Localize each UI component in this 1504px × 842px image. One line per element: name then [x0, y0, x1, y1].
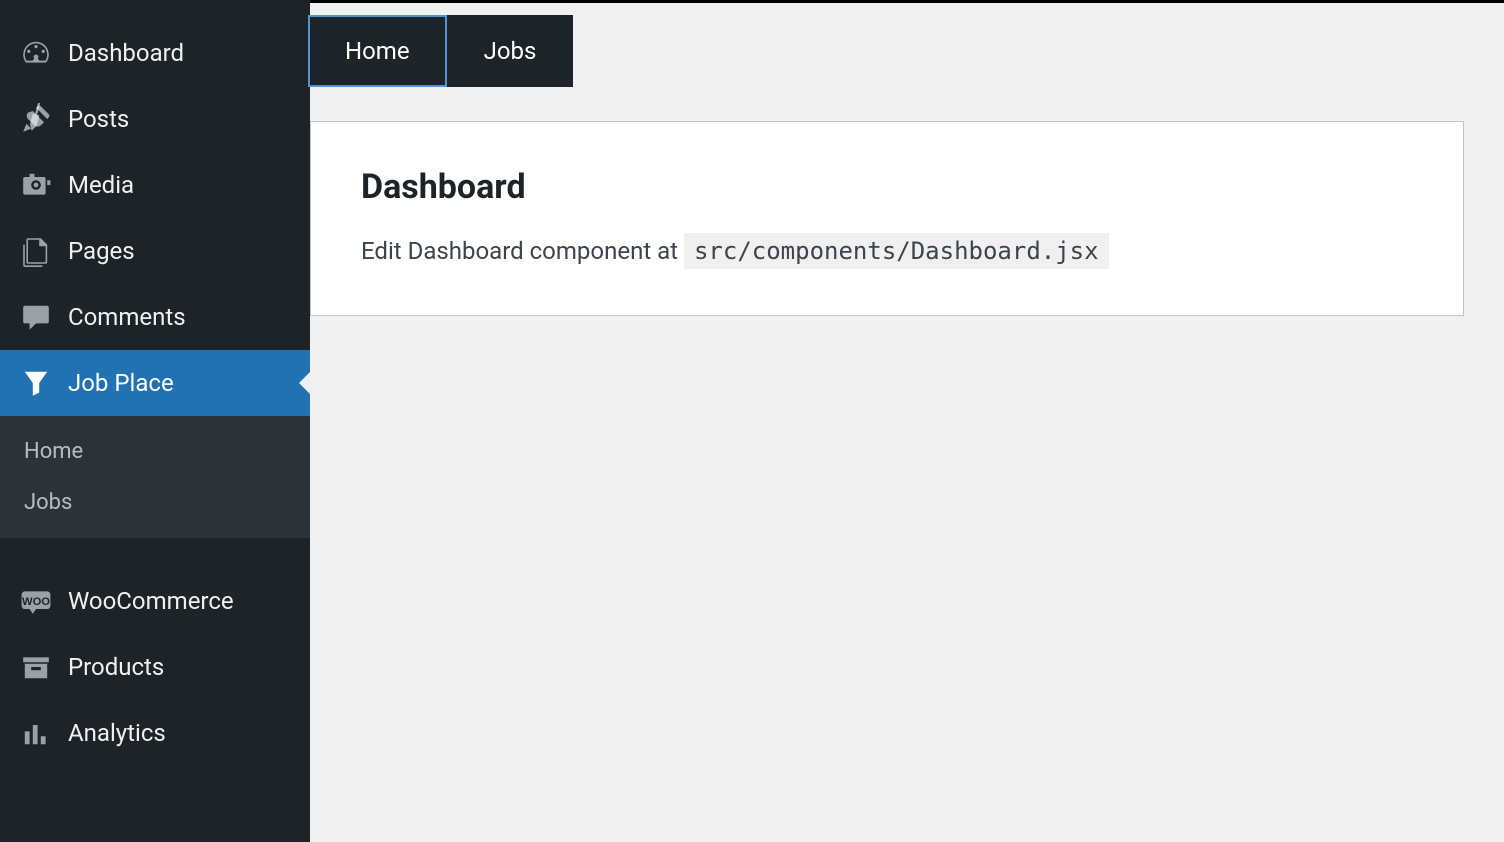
archive-icon [20, 651, 52, 683]
content-panel: Dashboard Edit Dashboard component at sr… [310, 121, 1464, 316]
sidebar-item-label: WooCommerce [68, 587, 234, 615]
sidebar-item-label: Media [68, 171, 134, 199]
sidebar-item-job-place[interactable]: Job Place [0, 350, 310, 416]
submenu-item-jobs[interactable]: Jobs [0, 477, 310, 528]
tab-jobs[interactable]: Jobs [447, 15, 574, 87]
sidebar-submenu: Home Jobs [0, 416, 310, 538]
woo-icon: WOO [20, 585, 52, 617]
gauge-icon [20, 37, 52, 69]
sidebar-item-comments[interactable]: Comments [0, 284, 310, 350]
sidebar-item-label: Job Place [68, 369, 174, 397]
code-path: src/components/Dashboard.jsx [684, 233, 1109, 269]
sidebar-item-media[interactable]: Media [0, 152, 310, 218]
main-content: Home Jobs Dashboard Edit Dashboard compo… [310, 0, 1504, 842]
sidebar-item-label: Comments [68, 303, 186, 331]
comment-icon [20, 301, 52, 333]
sidebar-item-products[interactable]: Products [0, 634, 310, 700]
svg-text:WOO: WOO [22, 596, 50, 608]
chart-icon [20, 717, 52, 749]
sidebar-separator [0, 538, 310, 568]
submenu-item-home[interactable]: Home [0, 426, 310, 477]
sidebar-item-label: Dashboard [68, 39, 184, 67]
camera-icon [20, 169, 52, 201]
sidebar-item-dashboard[interactable]: Dashboard [0, 20, 310, 86]
sidebar-item-woocommerce[interactable]: WOO WooCommerce [0, 568, 310, 634]
page-icon [20, 235, 52, 267]
panel-text-prefix: Edit Dashboard component at [361, 237, 684, 265]
sidebar-item-label: Pages [68, 237, 135, 265]
sidebar-item-label: Posts [68, 105, 129, 133]
tab-home[interactable]: Home [308, 15, 447, 87]
panel-title: Dashboard [361, 167, 1413, 207]
sidebar-item-label: Products [68, 653, 164, 681]
sidebar-item-label: Analytics [68, 719, 166, 747]
pin-icon [20, 103, 52, 135]
funnel-icon [20, 367, 52, 399]
sidebar-item-posts[interactable]: Posts [0, 86, 310, 152]
sidebar-item-analytics[interactable]: Analytics [0, 700, 310, 766]
admin-sidebar: Dashboard Posts Media Pages Comments Job… [0, 0, 310, 842]
tab-bar: Home Jobs [308, 3, 1504, 87]
sidebar-item-pages[interactable]: Pages [0, 218, 310, 284]
panel-description: Edit Dashboard component at src/componen… [361, 237, 1413, 265]
